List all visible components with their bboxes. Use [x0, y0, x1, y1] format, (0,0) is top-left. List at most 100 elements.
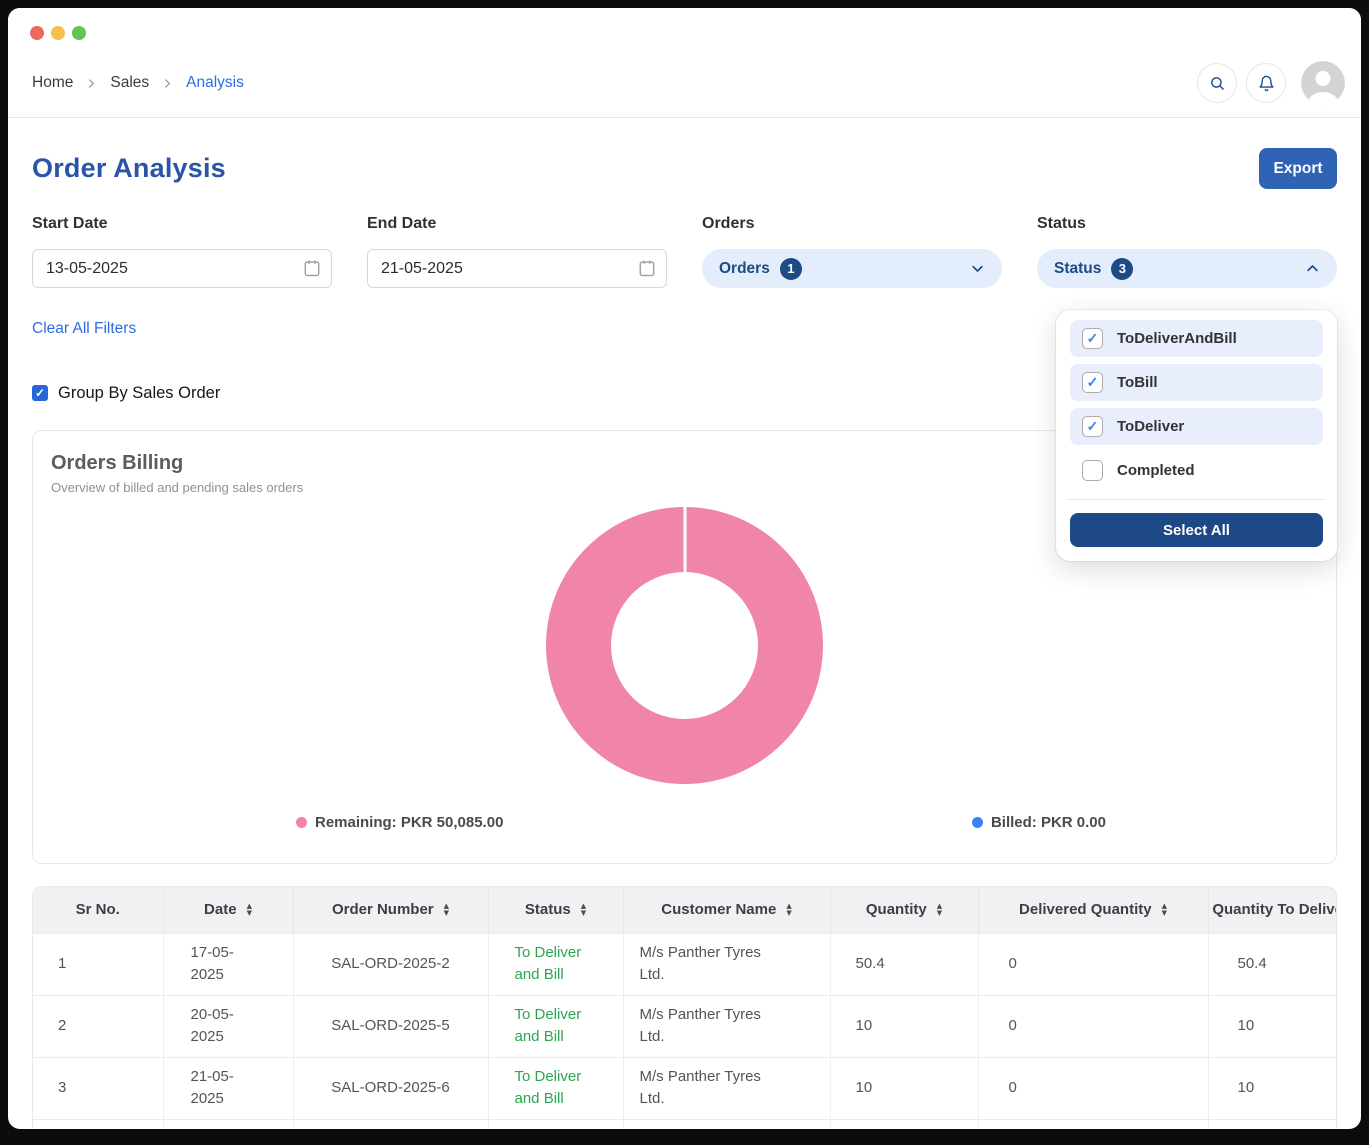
- column-header-customer-name[interactable]: Customer Name▲▼: [623, 887, 830, 933]
- table-row: 2 20-05-2025 SAL-ORD-2025-5 To Deliver a…: [33, 995, 1337, 1057]
- cell-quantity-to-deliver: 10: [1208, 995, 1337, 1057]
- cell-customer-name: M/s Panther Tyres Ltd.: [623, 995, 830, 1057]
- table-row: 3 21-05-2025 SAL-ORD-2025-6 To Deliver a…: [33, 1057, 1337, 1119]
- billed-legend-dot-icon: [972, 817, 983, 828]
- column-header-date[interactable]: Date▲▼: [163, 887, 293, 933]
- column-header-quantity-to-deliver[interactable]: Quantity To Deliver▲▼: [1208, 887, 1337, 933]
- bell-icon: [1258, 75, 1275, 92]
- orders-table: Sr No. Date▲▼ Order Number▲▼ Status▲▼ Cu…: [32, 886, 1337, 1129]
- cell-sr-no: 1: [33, 933, 163, 995]
- cell-status: To Deliver and Bill: [488, 995, 623, 1057]
- page-title: Order Analysis: [32, 153, 226, 184]
- close-window-icon[interactable]: [30, 26, 44, 40]
- end-date-filter: End Date: [367, 215, 667, 288]
- cell-status: To Deliver and Bill: [488, 933, 623, 995]
- menu-item-todeliverandbill[interactable]: ToDeliverAndBill: [1070, 320, 1323, 357]
- cell-sr-no: 2: [33, 995, 163, 1057]
- minimize-window-icon[interactable]: [51, 26, 65, 40]
- cell-customer-name: M/s Panther Tyres Ltd.: [623, 1119, 830, 1129]
- start-date-filter: Start Date: [32, 215, 332, 288]
- orders-count-badge: 1: [780, 258, 802, 280]
- donut-hole: [611, 572, 758, 719]
- orders-dropdown-text: Orders: [719, 260, 770, 278]
- chevron-down-icon: [970, 261, 985, 276]
- checkbox-icon[interactable]: [1082, 328, 1103, 349]
- cell-customer-name: M/s Panther Tyres Ltd.: [623, 1057, 830, 1119]
- sort-icon: ▲▼: [581, 903, 586, 916]
- menu-item-todeliver[interactable]: ToDeliver: [1070, 408, 1323, 445]
- menu-divider: [1068, 499, 1325, 500]
- status-count-badge: 3: [1111, 258, 1133, 280]
- cell-quantity: 10: [830, 1057, 978, 1119]
- checkbox-icon[interactable]: [1082, 372, 1103, 393]
- sort-icon: ▲▼: [444, 903, 449, 916]
- chevron-up-icon: [1305, 261, 1320, 276]
- status-label: Status: [1037, 215, 1337, 237]
- window-controls: [30, 26, 86, 40]
- user-avatar[interactable]: [1301, 61, 1345, 105]
- status-dropdown-menu: ToDeliverAndBill ToBill ToDeliver Comple…: [1056, 310, 1337, 561]
- cell-quantity-to-deliver: 10: [1208, 1057, 1337, 1119]
- breadcrumb: Home Sales Analysis: [32, 74, 244, 92]
- legend-item-remaining[interactable]: Remaining: PKR 50,085.00: [296, 814, 503, 831]
- search-button[interactable]: [1197, 63, 1237, 103]
- cell-order-number: SAL-ORD-2025-6: [293, 1057, 488, 1119]
- notifications-button[interactable]: [1246, 63, 1286, 103]
- clear-all-filters-link[interactable]: Clear All Filters: [32, 320, 136, 341]
- cell-status: To Deliver and Bill: [488, 1119, 623, 1129]
- filter-bar: Start Date End Date Orders: [32, 215, 1337, 288]
- cell-quantity: 10: [830, 995, 978, 1057]
- chevron-right-icon: [162, 78, 173, 89]
- cell-quantity-to-deliver: [1208, 1119, 1337, 1129]
- column-header-order-number[interactable]: Order Number▲▼: [293, 887, 488, 933]
- menu-item-tobill[interactable]: ToBill: [1070, 364, 1323, 401]
- search-icon: [1209, 75, 1226, 92]
- orders-label: Orders: [702, 215, 1002, 237]
- orders-filter: Orders Orders 1: [702, 215, 1002, 288]
- cell-order-number: [293, 1119, 488, 1129]
- status-dropdown[interactable]: Status 3: [1037, 249, 1337, 288]
- sort-icon: ▲▼: [1162, 903, 1167, 916]
- breadcrumb-home[interactable]: Home: [32, 74, 73, 92]
- export-button[interactable]: Export: [1259, 148, 1337, 189]
- start-date-input[interactable]: [32, 249, 332, 288]
- column-header-quantity[interactable]: Quantity▲▼: [830, 887, 978, 933]
- status-filter: Status Status 3: [1037, 215, 1337, 288]
- breadcrumb-analysis: Analysis: [186, 74, 244, 92]
- maximize-window-icon[interactable]: [72, 26, 86, 40]
- cell-date: 02-05-2025: [163, 1119, 293, 1129]
- start-date-label: Start Date: [32, 215, 332, 237]
- cell-date: 17-05-2025: [163, 933, 293, 995]
- column-header-status[interactable]: Status▲▼: [488, 887, 623, 933]
- table-row: 1 17-05-2025 SAL-ORD-2025-2 To Deliver a…: [33, 933, 1337, 995]
- select-all-button[interactable]: Select All: [1070, 513, 1323, 547]
- checkbox-icon[interactable]: [1082, 416, 1103, 437]
- orders-dropdown[interactable]: Orders 1: [702, 249, 1002, 288]
- cell-order-number: SAL-ORD-2025-2: [293, 933, 488, 995]
- end-date-input[interactable]: [367, 249, 667, 288]
- checkbox-icon[interactable]: [1082, 460, 1103, 481]
- legend-billed-text: Billed: PKR 0.00: [991, 814, 1106, 831]
- cell-delivered-quantity: 0: [978, 933, 1208, 995]
- remaining-legend-dot-icon: [296, 817, 307, 828]
- breadcrumb-sales[interactable]: Sales: [110, 74, 149, 92]
- cell-delivered-quantity: 0: [978, 1057, 1208, 1119]
- legend-item-billed[interactable]: Billed: PKR 0.00: [972, 814, 1106, 831]
- table-row: 02-05-2025 To Deliver and Bill M/s Panth…: [33, 1119, 1337, 1129]
- top-bar: Home Sales Analysis: [8, 8, 1361, 118]
- cell-date: 20-05-2025: [163, 995, 293, 1057]
- column-header-delivered-quantity[interactable]: Delivered Quantity▲▼: [978, 887, 1208, 933]
- cell-quantity: 50.4: [830, 933, 978, 995]
- cell-customer-name: M/s Panther Tyres Ltd.: [623, 933, 830, 995]
- app-window: Home Sales Analysis: [8, 8, 1361, 1129]
- cell-delivered-quantity: [978, 1119, 1208, 1129]
- status-dropdown-text: Status: [1054, 260, 1101, 278]
- menu-item-completed[interactable]: Completed: [1070, 452, 1323, 489]
- donut-chart-wrap: [546, 507, 823, 784]
- group-by-checkbox[interactable]: [32, 385, 48, 401]
- table-header-row: Sr No. Date▲▼ Order Number▲▼ Status▲▼ Cu…: [33, 887, 1337, 933]
- cell-sr-no: 3: [33, 1057, 163, 1119]
- cell-date: 21-05-2025: [163, 1057, 293, 1119]
- sort-icon: ▲▼: [937, 903, 942, 916]
- group-by-label: Group By Sales Order: [58, 384, 220, 403]
